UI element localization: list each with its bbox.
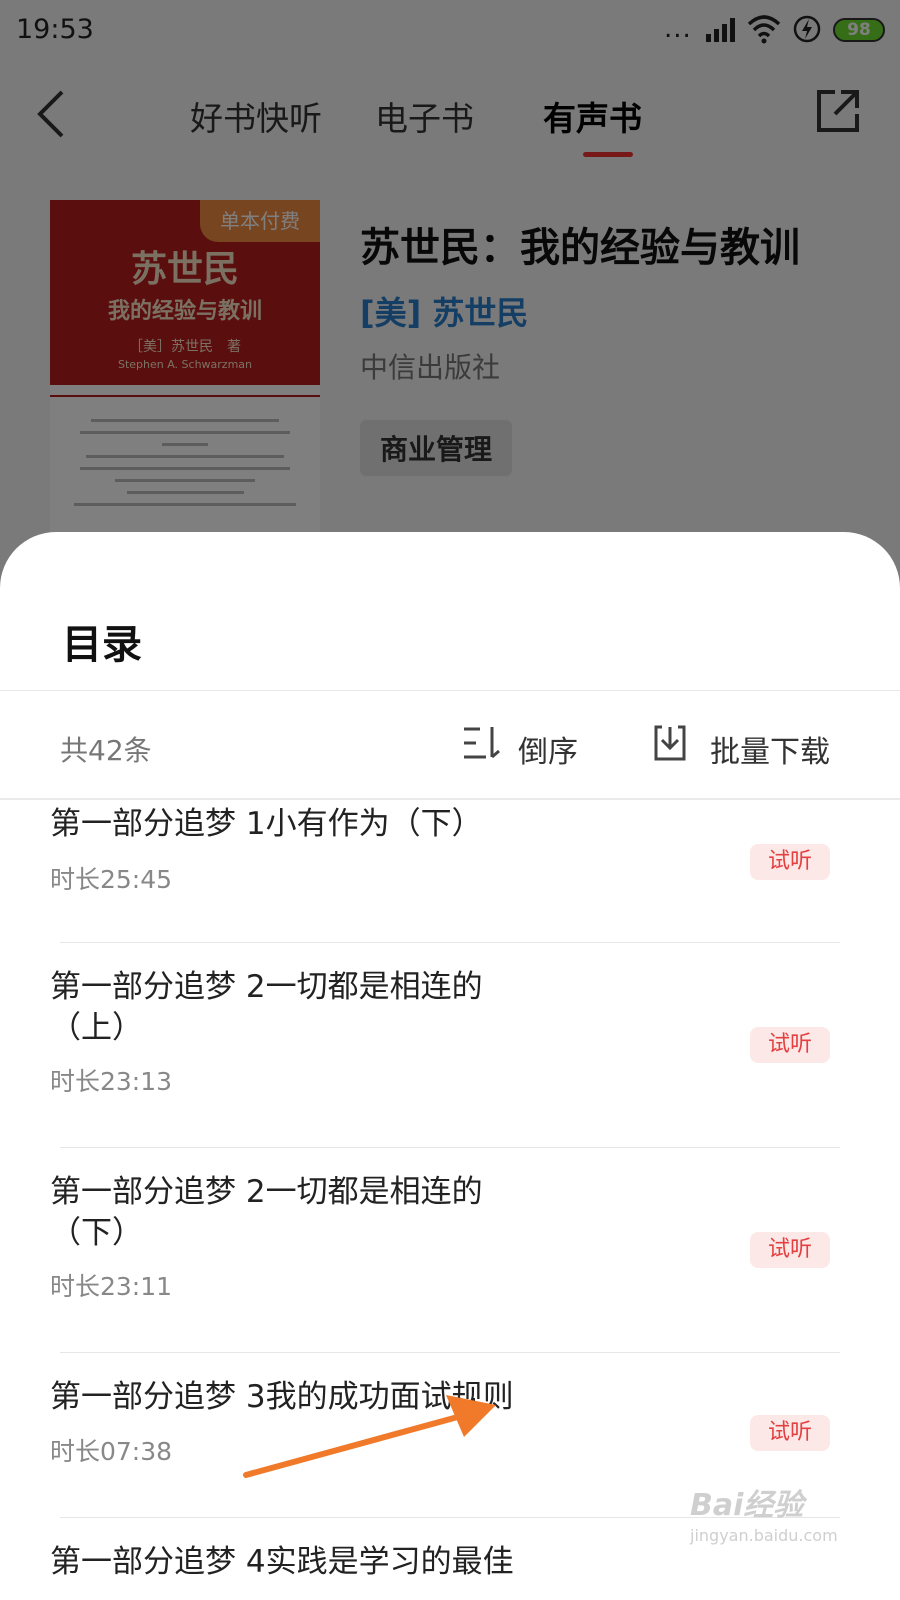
annotation-arrow-icon: [243, 1395, 496, 1478]
download-label: 批量下载: [710, 735, 830, 770]
chapter-divider: [60, 1352, 840, 1353]
watermark-url: jingyan.baidu.com: [690, 1526, 838, 1545]
chapter-count: 共42条: [60, 734, 152, 767]
watermark-main: Bai经验: [690, 1488, 804, 1523]
chapter-title: 第一部分追梦 2一切都是相连的（下）: [50, 1174, 483, 1251]
chapter-title: 第一部分追梦 1小有作为（下）: [50, 806, 483, 842]
sort-label: 倒序: [518, 735, 578, 770]
chapter-duration: 时长25:45: [50, 865, 173, 894]
chapter-duration: 时长07:38: [50, 1437, 173, 1466]
toc-toolbar: 共42条 倒序 批量下载: [0, 690, 900, 800]
trial-listen-badge[interactable]: 试听: [750, 1415, 830, 1451]
chapter-title: 第一部分追梦 2一切都是相连的（上）: [50, 969, 483, 1046]
trial-listen-badge[interactable]: 试听: [750, 844, 830, 880]
trial-listen-badge[interactable]: 试听: [750, 1232, 830, 1268]
download-icon: [650, 723, 690, 767]
trial-listen-badge[interactable]: 试听: [750, 1027, 830, 1063]
sort-icon: [462, 725, 502, 767]
chapter-duration: 时长23:13: [50, 1067, 173, 1096]
watermark-logo: Bai经验 jingyan.baidu.com: [690, 1480, 838, 1545]
chapter-divider: [60, 1147, 840, 1148]
chapter-duration: 时长23:11: [50, 1272, 173, 1301]
chapter-divider: [60, 942, 840, 943]
toc-title: 目录: [62, 622, 142, 668]
chapter-title: 第一部分追梦 4实践是学习的最佳: [50, 1544, 514, 1580]
